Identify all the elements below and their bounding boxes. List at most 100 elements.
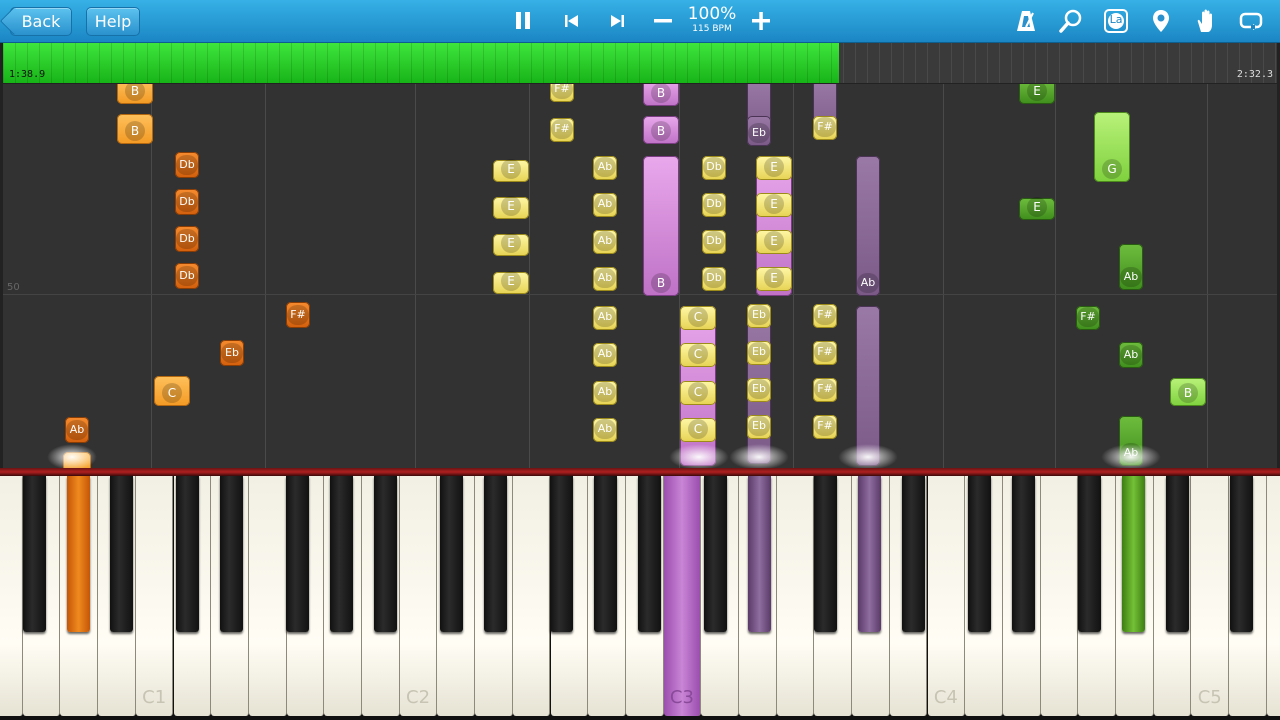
black-key[interactable] bbox=[110, 476, 133, 632]
minus-icon[interactable] bbox=[650, 8, 676, 34]
white-key[interactable]: C3 bbox=[663, 476, 702, 716]
note-bar: Db bbox=[702, 193, 726, 217]
note-label: Ab bbox=[594, 307, 616, 327]
note-label: Db bbox=[703, 157, 725, 177]
note-label: B bbox=[651, 121, 671, 141]
note-label: E bbox=[501, 159, 521, 179]
note-label: Eb bbox=[748, 416, 770, 436]
black-key[interactable] bbox=[902, 476, 925, 632]
note-label: B bbox=[125, 84, 145, 101]
black-key[interactable] bbox=[814, 476, 837, 632]
song-progress-bar[interactable]: 1:38.9 2:32.3 bbox=[3, 43, 1277, 83]
note-bar: F# bbox=[813, 415, 837, 439]
white-key[interactable] bbox=[1266, 476, 1280, 716]
black-key[interactable] bbox=[1166, 476, 1189, 632]
help-button[interactable]: Help bbox=[86, 7, 140, 36]
note-bar: E bbox=[493, 196, 529, 219]
black-key[interactable] bbox=[176, 476, 199, 632]
black-key[interactable] bbox=[1230, 476, 1253, 632]
tempo-bpm: 115 BPM bbox=[692, 24, 732, 34]
black-key[interactable] bbox=[638, 476, 661, 632]
note-bar: C bbox=[154, 376, 190, 406]
note-label: Ab bbox=[1120, 267, 1142, 287]
note-bar: E bbox=[756, 193, 792, 217]
note-label: E bbox=[764, 194, 784, 214]
black-key[interactable] bbox=[1122, 476, 1145, 632]
white-key[interactable]: C4 bbox=[927, 476, 966, 716]
black-key[interactable] bbox=[330, 476, 353, 632]
white-key[interactable]: C1 bbox=[135, 476, 174, 716]
note-label: Db bbox=[703, 268, 725, 288]
note-bar: G bbox=[1094, 112, 1130, 182]
note-label: Ab bbox=[594, 157, 616, 177]
search-icon[interactable] bbox=[1058, 8, 1084, 34]
metronome-icon[interactable] bbox=[1013, 8, 1039, 34]
falling-notes-area: 50 B B Db Db Db Db F# Eb C Ab F# F# E E … bbox=[3, 84, 1277, 468]
white-key[interactable] bbox=[248, 476, 287, 716]
back-button[interactable]: Back bbox=[10, 7, 72, 36]
help-button-label: Help bbox=[94, 12, 132, 31]
white-key[interactable] bbox=[776, 476, 815, 716]
note-label: Db bbox=[703, 231, 725, 251]
skip-forward-icon[interactable] bbox=[604, 8, 630, 34]
note-label: Eb bbox=[748, 379, 770, 399]
pause-icon[interactable] bbox=[510, 8, 536, 34]
note-label-icon[interactable]: La bbox=[1103, 8, 1129, 34]
note-label: Eb bbox=[748, 305, 770, 325]
black-key[interactable] bbox=[748, 476, 771, 632]
note-label: Ab bbox=[594, 419, 616, 439]
octave-gridline bbox=[529, 84, 530, 468]
plus-icon[interactable] bbox=[748, 8, 774, 34]
black-key[interactable] bbox=[968, 476, 991, 632]
black-key[interactable] bbox=[440, 476, 463, 632]
black-key[interactable] bbox=[1078, 476, 1101, 632]
skip-back-icon[interactable] bbox=[559, 8, 585, 34]
note-bar: B bbox=[117, 114, 153, 144]
note-bar: Db bbox=[702, 156, 726, 180]
speed-readout: 100% 115 BPM bbox=[686, 4, 738, 34]
note-label: E bbox=[764, 157, 784, 177]
location-pin-icon[interactable] bbox=[1148, 8, 1174, 34]
note-label: Ab bbox=[594, 382, 616, 402]
white-key[interactable] bbox=[512, 476, 551, 716]
black-key[interactable] bbox=[704, 476, 727, 632]
note-bar: F# bbox=[813, 304, 837, 328]
note-label: Ab bbox=[594, 268, 616, 288]
white-key[interactable]: C5 bbox=[1191, 476, 1230, 716]
note-label: F# bbox=[814, 416, 836, 436]
black-key[interactable] bbox=[67, 476, 90, 632]
note-label: Ab bbox=[1120, 345, 1142, 365]
white-key[interactable] bbox=[1040, 476, 1079, 716]
loop-icon[interactable] bbox=[1238, 8, 1264, 34]
note-bar: Ab bbox=[1119, 342, 1143, 368]
white-key[interactable] bbox=[0, 476, 23, 716]
black-key[interactable] bbox=[594, 476, 617, 632]
note-label: C bbox=[688, 344, 708, 364]
piano-keyboard[interactable]: C1 C2 C3 C4 C5 bbox=[0, 476, 1280, 720]
black-key[interactable] bbox=[858, 476, 881, 632]
black-key[interactable] bbox=[23, 476, 46, 632]
black-key[interactable] bbox=[374, 476, 397, 632]
hand-icon[interactable] bbox=[1193, 8, 1219, 34]
note-label: F# bbox=[1077, 307, 1099, 327]
note-label: B bbox=[1178, 383, 1198, 403]
black-key[interactable] bbox=[1012, 476, 1035, 632]
black-key[interactable] bbox=[286, 476, 309, 632]
current-time: 1:38.9 bbox=[9, 69, 46, 80]
note-label: F# bbox=[551, 84, 573, 99]
note-label: Ab bbox=[594, 231, 616, 251]
black-key[interactable] bbox=[484, 476, 507, 632]
black-key[interactable] bbox=[550, 476, 573, 632]
note-bar: Eb bbox=[747, 415, 771, 439]
octave-gridline bbox=[793, 84, 794, 468]
note-hit-glow bbox=[1101, 444, 1161, 468]
note-bar: E bbox=[1019, 197, 1055, 220]
note-bar: E bbox=[756, 267, 792, 291]
note-label: F# bbox=[551, 119, 573, 139]
note-label: C bbox=[162, 383, 182, 403]
note-bar: Ab bbox=[1119, 244, 1143, 290]
note-label: E bbox=[1027, 84, 1047, 101]
white-key[interactable]: C2 bbox=[399, 476, 438, 716]
measure-line bbox=[3, 294, 1277, 295]
black-key[interactable] bbox=[220, 476, 243, 632]
